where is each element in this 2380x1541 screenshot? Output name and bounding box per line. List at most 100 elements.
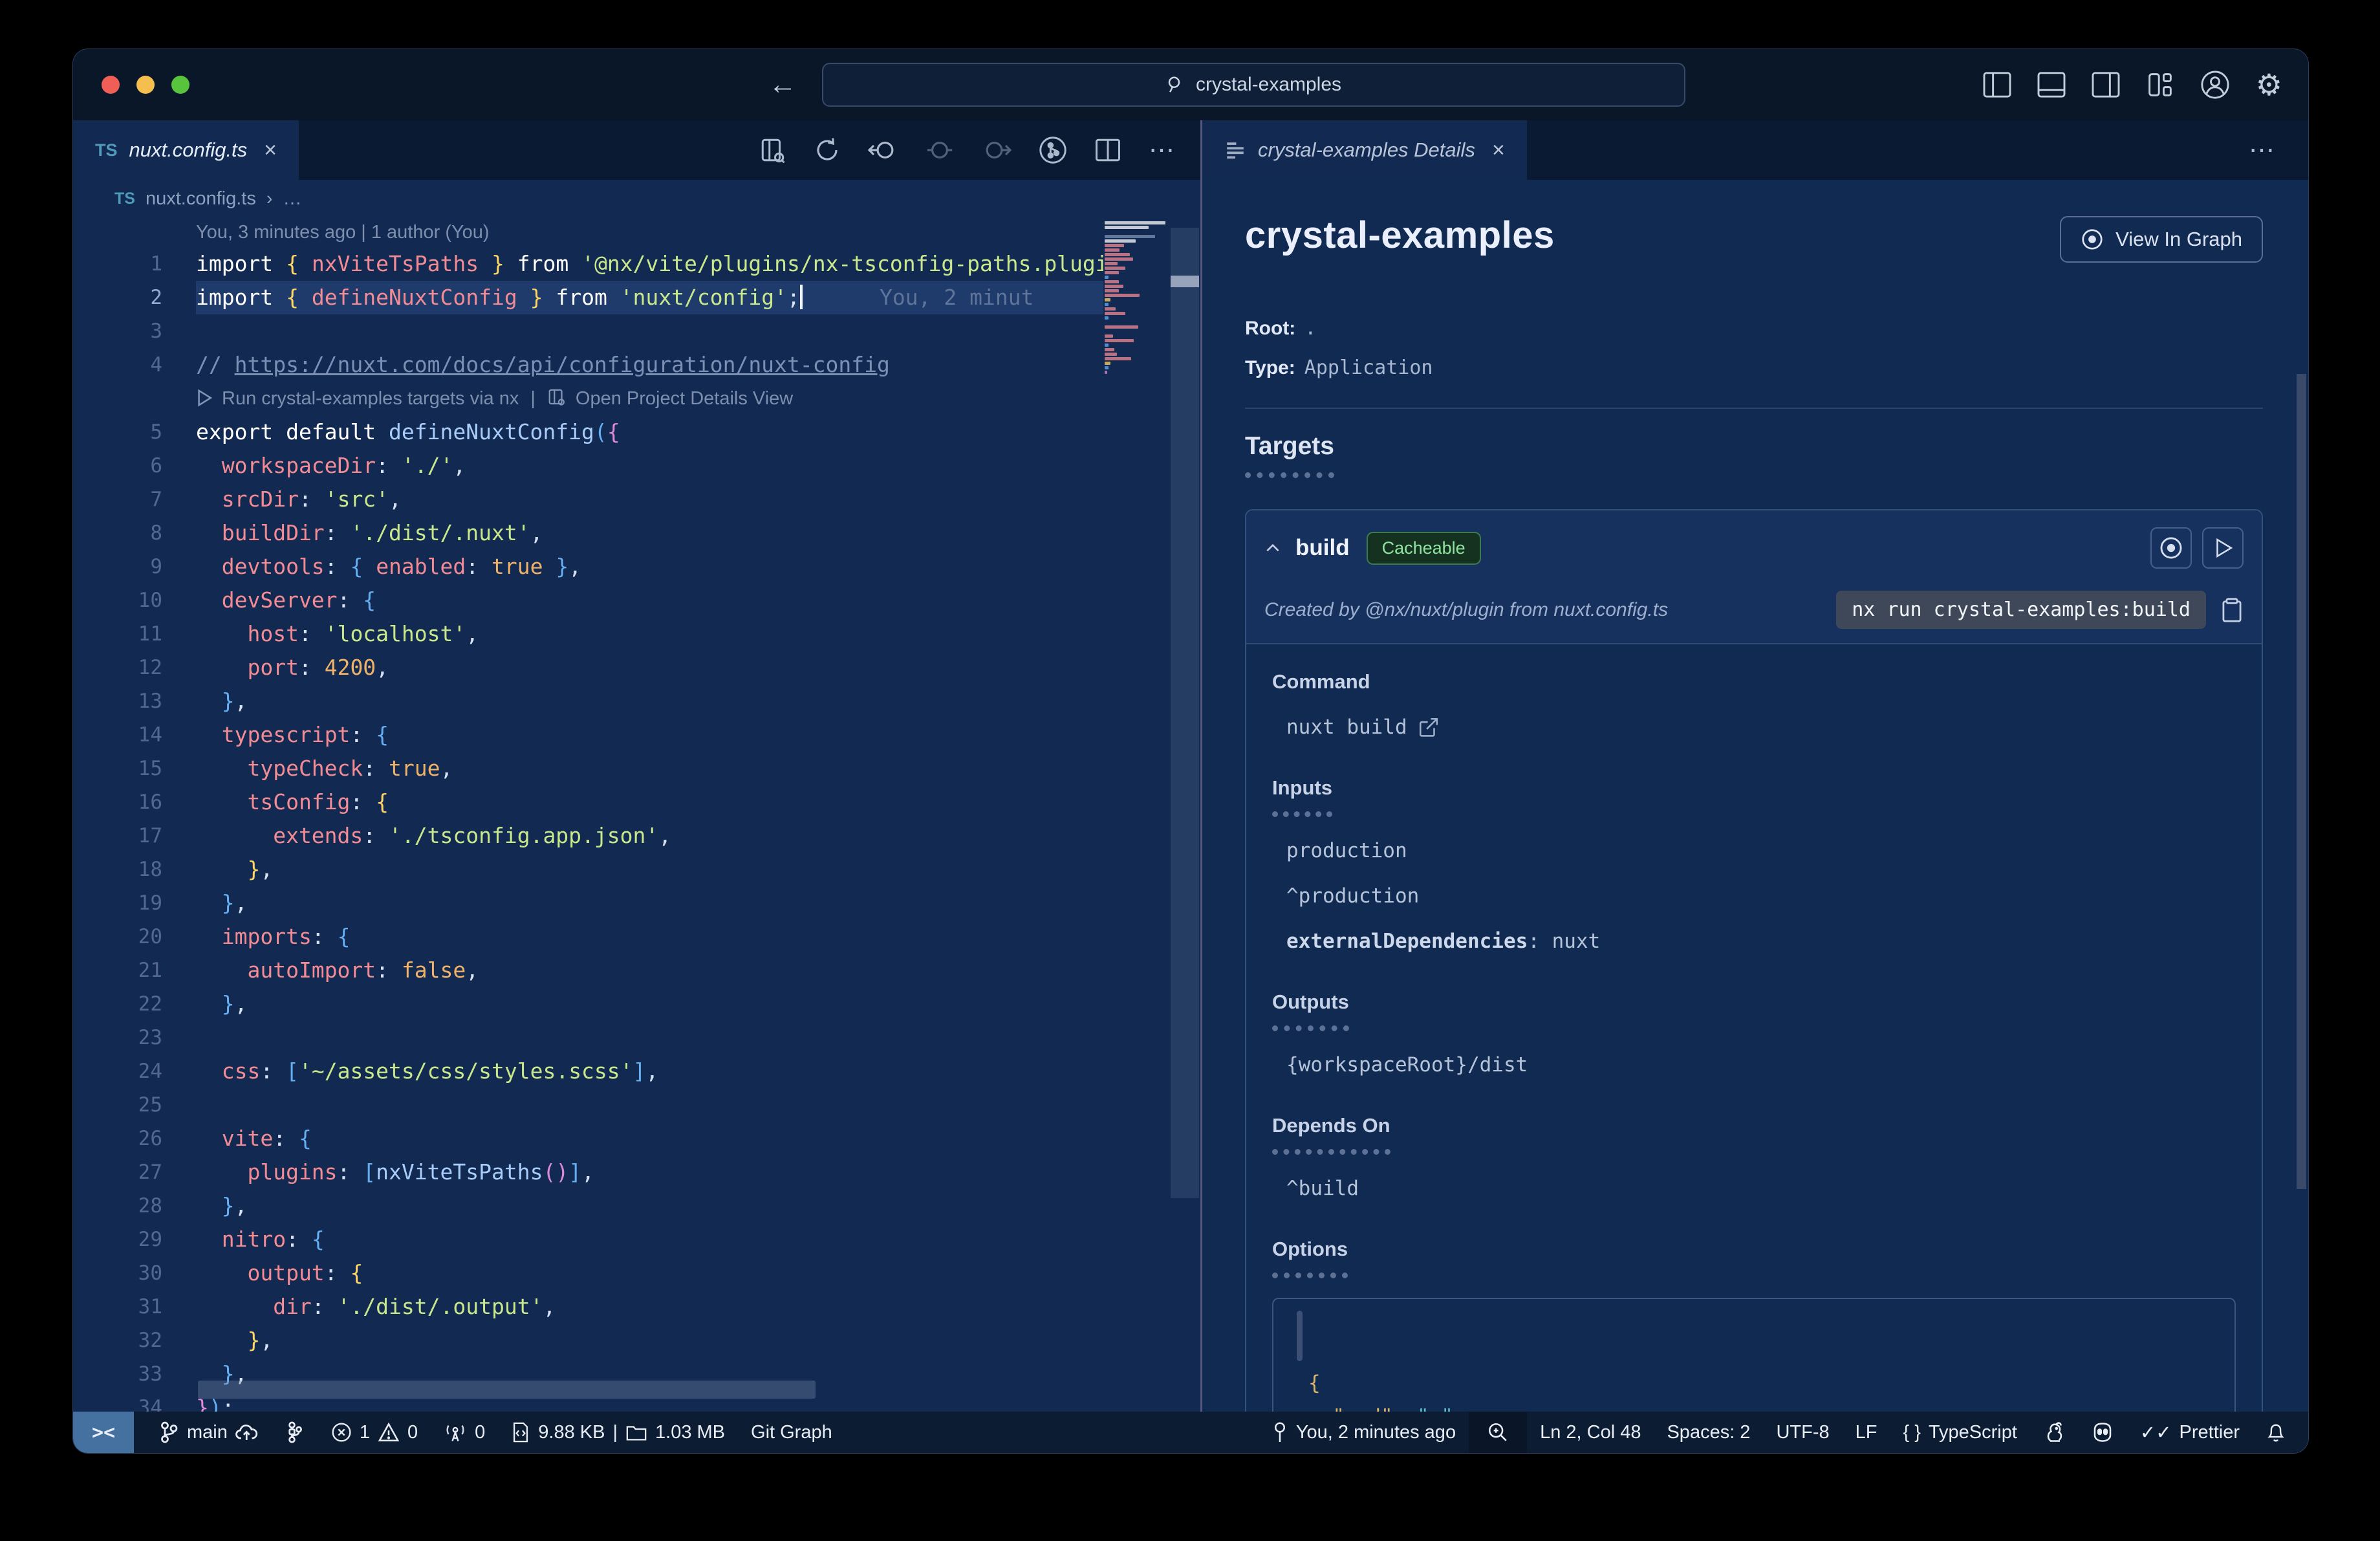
code-line[interactable]: 3 (73, 314, 1103, 348)
toggle-primary-sidebar-icon[interactable] (1983, 72, 2011, 98)
code-line[interactable]: 23 (73, 1021, 1103, 1055)
go-back-icon[interactable]: ← (768, 69, 797, 101)
open-preview-icon[interactable] (759, 137, 786, 164)
settings-gear-icon[interactable]: ⚙ (2256, 67, 2282, 102)
line-number (73, 382, 196, 415)
copy-icon[interactable] (2220, 597, 2244, 623)
code-line[interactable]: 16 tsConfig: { (73, 785, 1103, 819)
broadcast-icon (446, 1425, 464, 1441)
next-change-icon[interactable] (982, 137, 1012, 164)
tab-nuxt-config[interactable]: TS nuxt.config.ts × (73, 120, 299, 180)
code-line[interactable]: 21 autoImport: false, (73, 954, 1103, 987)
language-mode-item[interactable]: { } TypeScript (1890, 1412, 2029, 1453)
minimap[interactable] (1105, 221, 1167, 375)
code-line[interactable]: 20 imports: { (73, 920, 1103, 954)
git-branch-item[interactable]: main (146, 1412, 272, 1453)
collapse-chevron-icon[interactable] (1264, 541, 1281, 554)
file-size-item[interactable]: 9.88 KB | 1.03 MB (498, 1412, 738, 1453)
copilot-item[interactable] (2078, 1412, 2127, 1453)
customize-layout-icon[interactable] (2146, 72, 2174, 98)
code-line[interactable]: 32}, (73, 1324, 1103, 1357)
details-scrollbar[interactable] (2297, 374, 2306, 1189)
remote-indicator[interactable]: >< (73, 1412, 134, 1453)
minimize-window-button[interactable] (136, 76, 155, 94)
run-target-button[interactable] (2202, 527, 2244, 569)
extension-status-item[interactable] (2030, 1412, 2078, 1453)
command-value[interactable]: nuxt build (1272, 716, 2236, 739)
tab-project-details[interactable]: crystal-examples Details × (1202, 120, 1527, 180)
inline-blame: You, 2 minut (880, 285, 1034, 310)
code-line[interactable]: 15 typeCheck: true, (73, 752, 1103, 785)
target-card-header[interactable]: build Cacheable Created by @nx/nuxt/plug… (1246, 510, 2262, 643)
code-line[interactable]: 28}, (73, 1189, 1103, 1223)
eol-item[interactable]: LF (1843, 1412, 1890, 1453)
more-actions-icon[interactable]: ⋯ (2249, 135, 2277, 165)
more-actions-icon[interactable]: ⋯ (1149, 135, 1177, 165)
breadcrumb-file[interactable]: nuxt.config.ts (146, 188, 256, 210)
current-change-icon[interactable] (925, 137, 955, 164)
blame-item[interactable]: You, 2 minutes ago (1259, 1412, 1469, 1453)
code-line[interactable]: 5 export default defineNuxtConfig({ (73, 415, 1103, 449)
account-icon[interactable] (2200, 70, 2230, 100)
code-line[interactable]: 9 devtools: { enabled: true }, (73, 550, 1103, 584)
code-line[interactable]: 19}, (73, 886, 1103, 920)
code-line[interactable]: 12 port: 4200, (73, 651, 1103, 684)
close-tab-icon[interactable]: × (264, 138, 277, 163)
run-targets-codelens[interactable]: Run crystal-examples targets via nx (196, 388, 519, 409)
zoom-item[interactable] (1469, 1412, 1528, 1453)
vertical-scrollbar[interactable] (1171, 228, 1199, 1198)
toggle-secondary-sidebar-icon[interactable] (2092, 72, 2120, 98)
code-line[interactable]: 10 devServer: { (73, 584, 1103, 617)
code-line[interactable]: 6 workspaceDir: './', (73, 449, 1103, 483)
code-editor[interactable]: You, 3 minutes ago | 1 author (You) 1 impo… (73, 217, 1200, 1412)
ports-item[interactable]: 0 (431, 1412, 498, 1453)
line-number: 25 (138, 1093, 162, 1117)
code-line[interactable]: 2 import { defineNuxtConfig } from 'nuxt/… (73, 281, 1103, 314)
open-project-details-codelens[interactable]: Open Project Details View (547, 388, 793, 409)
code-line[interactable]: 22}, (73, 987, 1103, 1021)
code-line[interactable]: 18}, (73, 853, 1103, 886)
file-history-icon[interactable] (1039, 136, 1067, 164)
cursor-position-item[interactable]: Ln 2, Col 48 (1527, 1412, 1654, 1453)
view-target-in-graph-button[interactable] (2150, 527, 2192, 569)
breadcrumb[interactable]: TS nuxt.config.ts › … (73, 180, 1200, 217)
code-line[interactable]: 17 extends: './tsconfig.app.json', (73, 819, 1103, 853)
nx-run-command-chip[interactable]: nx run crystal-examples:build (1836, 591, 2206, 629)
maximize-window-button[interactable] (171, 76, 189, 94)
command-center-search[interactable]: crystal-examples (822, 63, 1685, 107)
code-line[interactable]: 4// https://nuxt.com/docs/api/configurat… (73, 348, 1103, 382)
code-line[interactable]: 8 buildDir: './dist/.nuxt', (73, 516, 1103, 550)
code-line[interactable]: 26 vite: { (73, 1122, 1103, 1155)
encoding-item[interactable]: UTF-8 (1763, 1412, 1842, 1453)
options-json-editor[interactable]: { "cwd": "." } (1272, 1298, 2236, 1412)
code-line[interactable]: 29 nitro: { (73, 1223, 1103, 1256)
code-line[interactable]: 11 host: 'localhost', (73, 617, 1103, 651)
close-tab-icon[interactable]: × (1492, 138, 1505, 163)
play-icon (2216, 538, 2233, 558)
close-window-button[interactable] (102, 76, 120, 94)
line-number: 32 (138, 1329, 162, 1352)
open-preview-icon (548, 389, 565, 406)
code-line[interactable]: 13}, (73, 684, 1103, 718)
source-control-graph-item[interactable] (272, 1412, 318, 1453)
problems-item[interactable]: 1 0 (318, 1412, 431, 1453)
view-in-graph-button[interactable]: View In Graph (2060, 216, 2263, 263)
code-line[interactable]: 14 typescript: { (73, 718, 1103, 752)
code-line[interactable]: 27 plugins: [nxViteTsPaths()], (73, 1155, 1103, 1189)
breadcrumb-symbol[interactable]: … (283, 188, 302, 210)
refresh-icon[interactable] (814, 137, 841, 164)
notifications-item[interactable] (2253, 1412, 2308, 1453)
git-graph-item[interactable]: Git Graph (738, 1412, 845, 1453)
indentation-item[interactable]: Spaces: 2 (1654, 1412, 1763, 1453)
code-line[interactable]: 31 dir: './dist/.output', (73, 1290, 1103, 1324)
code-line[interactable]: 30 output: { (73, 1256, 1103, 1290)
toggle-panel-icon[interactable] (2037, 72, 2066, 98)
code-line[interactable]: 24 css: ['~/assets/css/styles.scss'], (73, 1055, 1103, 1088)
formatter-item[interactable]: ✓✓ Prettier (2127, 1412, 2253, 1453)
split-editor-icon[interactable] (1094, 137, 1121, 164)
code-line[interactable]: 7 srcDir: 'src', (73, 483, 1103, 516)
code-line[interactable]: 1 import { nxViteTsPaths } from '@nx/vite… (73, 247, 1103, 281)
previous-change-icon[interactable] (868, 137, 898, 164)
code-line[interactable]: 25 (73, 1088, 1103, 1122)
horizontal-scrollbar[interactable] (198, 1381, 816, 1399)
